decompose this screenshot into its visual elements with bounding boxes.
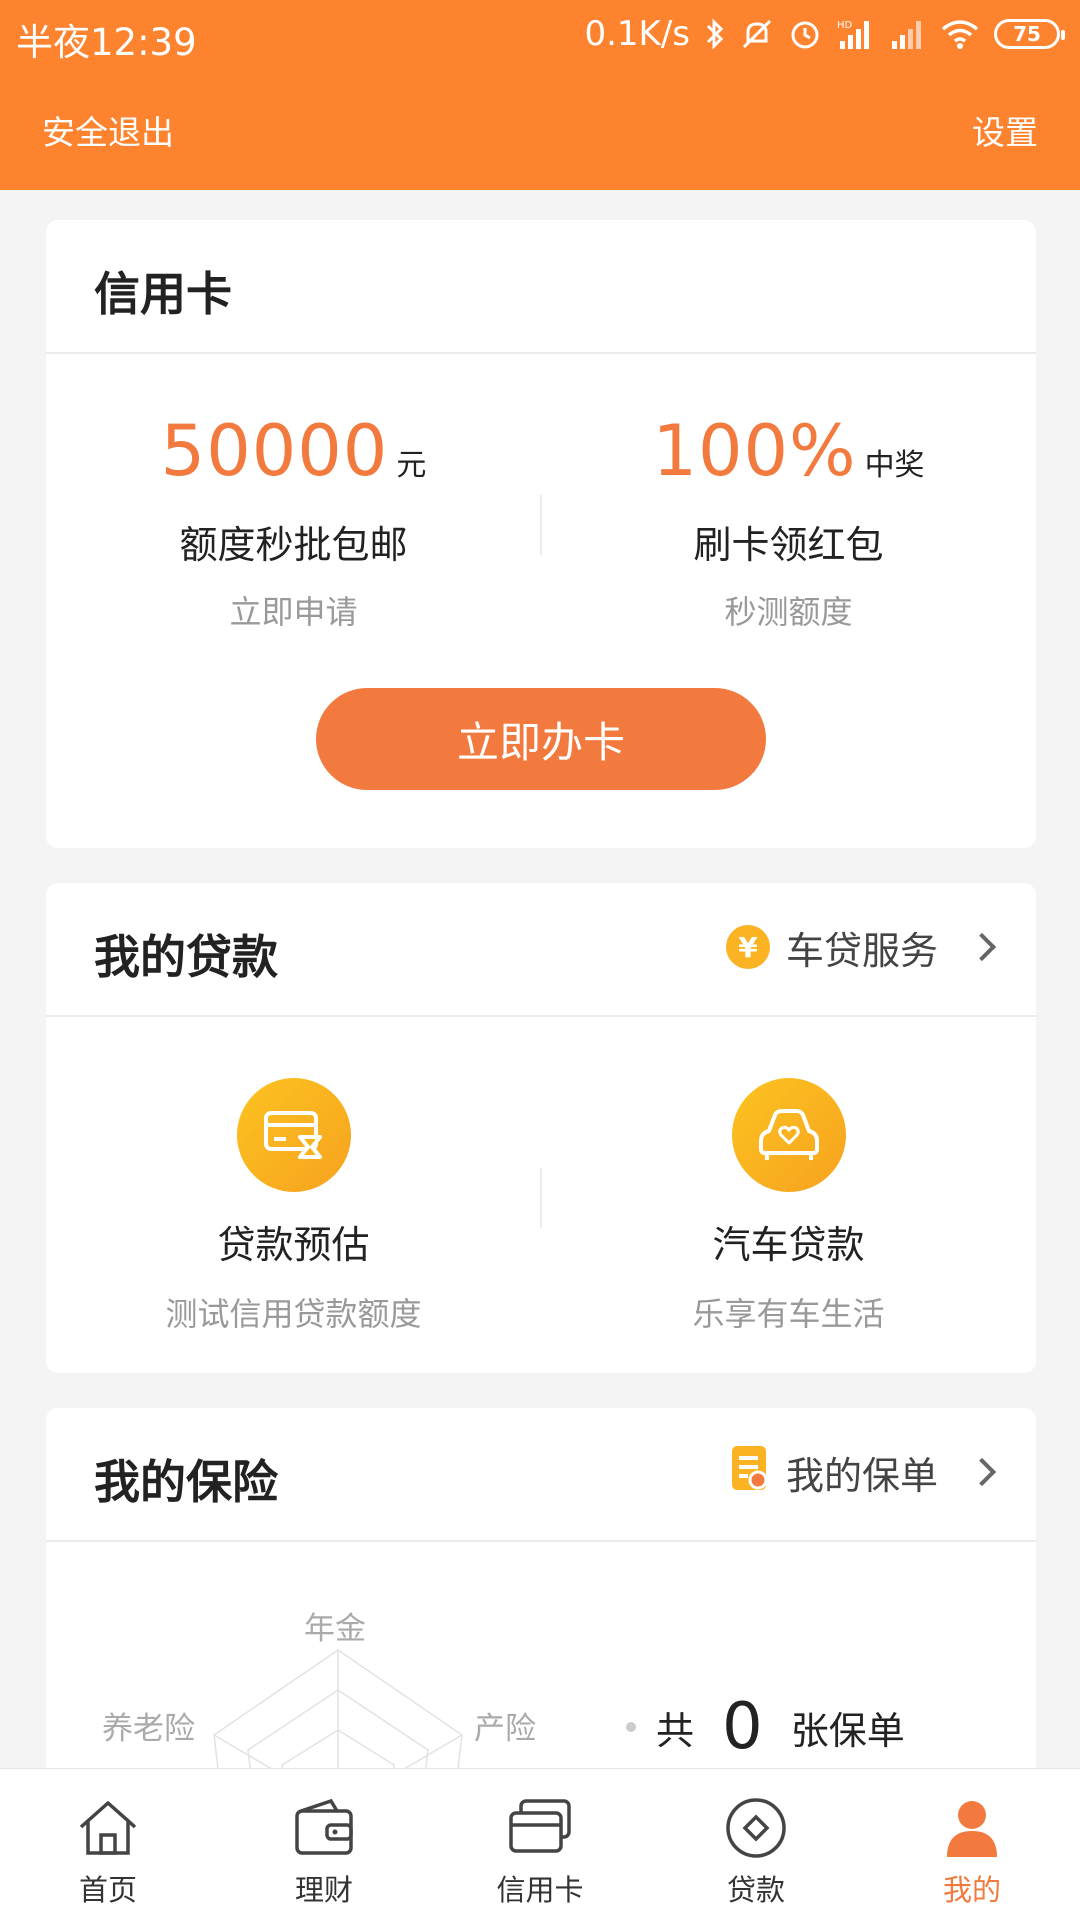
bluetooth-icon — [704, 14, 726, 54]
policy-count: 0 — [722, 1690, 763, 1764]
tab-label-home: 首页 — [78, 1873, 137, 1907]
chevron-right-icon — [967, 1457, 997, 1487]
loan-estimate-sub: 测试信用贷款额度 — [165, 1295, 422, 1333]
credit-card-section: 信用卡 50000 元 额度秒批包邮 立即申请 100% 中奖 刷卡领红包 秒测额度… — [46, 220, 1036, 848]
total-prefix: 共 — [656, 1708, 695, 1753]
loan-section: 我的贷款 ¥ 车贷服务 贷款预估 测试信用贷款额度 汽车贷款 乐享有车生活 — [46, 883, 1036, 1373]
tab-label-loan: 贷款 — [726, 1873, 785, 1907]
loan-estimate-name: 贷款预估 — [217, 1223, 370, 1267]
credit-limit-amount-row: 50000 元 — [46, 410, 541, 492]
radar-label-property: 产险 — [474, 1711, 536, 1747]
my-policy-link[interactable]: 我的保单 — [730, 1442, 997, 1502]
car-loan-service-label: 车贷服务 — [785, 928, 938, 973]
car-loan-name: 汽车贷款 — [712, 1223, 865, 1267]
credit-card-icon — [505, 1793, 575, 1863]
red-packet-amount: 100% — [652, 410, 857, 492]
chevron-right-icon — [967, 932, 997, 962]
credit-limit-offer[interactable]: 50000 元 额度秒批包邮 立即申请 — [46, 410, 541, 633]
car-loan-sub: 乐享有车生活 — [692, 1295, 885, 1333]
tab-loan[interactable]: 贷款 — [648, 1769, 864, 1920]
logout-button[interactable]: 安全退出 — [42, 106, 174, 154]
card-icon — [236, 1078, 351, 1192]
wifi-icon — [940, 14, 980, 54]
car-loan-item[interactable]: 汽车贷款 乐享有车生活 — [541, 1078, 1036, 1335]
loan-icon — [721, 1793, 791, 1863]
tab-wealth[interactable]: 理财 — [216, 1769, 432, 1920]
radar-label-pension: 养老险 — [102, 1711, 195, 1747]
credit-card-header: 信用卡 — [46, 220, 1036, 354]
policy-icon — [730, 1444, 770, 1501]
net-speed: 0.1K/s — [584, 14, 690, 54]
car-icon — [731, 1078, 846, 1192]
credit-limit-name: 额度秒批包邮 — [179, 523, 408, 567]
credit-limit-sub: 立即申请 — [229, 593, 358, 631]
credit-limit-unit: 元 — [396, 448, 427, 483]
settings-button[interactable]: 设置 — [972, 106, 1038, 154]
yen-icon: ¥ — [725, 925, 770, 969]
status-icons: 0.1K/s HD 75 — [584, 14, 1065, 54]
loan-title: 我的贷款 — [94, 930, 278, 984]
my-policy-label: 我的保单 — [785, 1453, 938, 1498]
total-suffix: 张保单 — [790, 1708, 905, 1753]
total-dot — [626, 1722, 636, 1732]
tab-label-mine: 我的 — [942, 1873, 1001, 1907]
tab-label-wealth: 理财 — [294, 1873, 353, 1907]
hd-text: HD — [837, 20, 853, 31]
red-packet-name: 刷卡领红包 — [693, 523, 884, 567]
credit-limit-amount: 50000 — [160, 410, 389, 492]
radar-label-annuity: 年金 — [304, 1611, 366, 1647]
loan-estimate-item[interactable]: 贷款预估 测试信用贷款额度 — [46, 1078, 541, 1335]
loan-header: 我的贷款 ¥ 车贷服务 — [46, 883, 1036, 1017]
tab-label-credit-card: 信用卡 — [496, 1873, 584, 1907]
alarm-icon — [788, 14, 822, 54]
policy-total: 共 0 张保单 — [626, 1690, 905, 1764]
user-icon — [937, 1793, 1007, 1863]
apply-card-button[interactable]: 立即办卡 — [316, 688, 766, 790]
home-icon — [73, 1793, 143, 1863]
tab-credit-card[interactable]: 信用卡 — [432, 1769, 648, 1920]
mute-icon — [740, 14, 774, 54]
car-loan-service-link[interactable]: ¥ 车贷服务 — [725, 917, 997, 977]
status-time: 半夜12:39 — [16, 21, 197, 64]
wallet-icon — [289, 1793, 359, 1863]
credit-card-title: 信用卡 — [94, 267, 232, 321]
red-packet-unit: 中奖 — [864, 448, 925, 483]
top-nav: 安全退出 设置 — [0, 100, 1080, 160]
tab-home[interactable]: 首页 — [0, 1769, 216, 1920]
battery-indicator: 75 — [994, 19, 1065, 49]
header-bar: 半夜12:39 0.1K/s HD 75 安全退出 设置 — [0, 0, 1080, 190]
red-packet-amount-row: 100% 中奖 — [541, 410, 1036, 492]
status-bar: 半夜12:39 0.1K/s HD 75 — [0, 0, 1080, 70]
signal-hd-icon: HD — [836, 14, 874, 54]
red-packet-sub: 秒测额度 — [724, 593, 853, 631]
red-packet-offer[interactable]: 100% 中奖 刷卡领红包 秒测额度 — [541, 410, 1036, 633]
signal-icon — [888, 14, 926, 54]
bottom-tab-bar: 首页 理财 信用卡 贷款 我的 — [0, 1768, 1080, 1920]
tab-mine[interactable]: 我的 — [864, 1769, 1080, 1920]
